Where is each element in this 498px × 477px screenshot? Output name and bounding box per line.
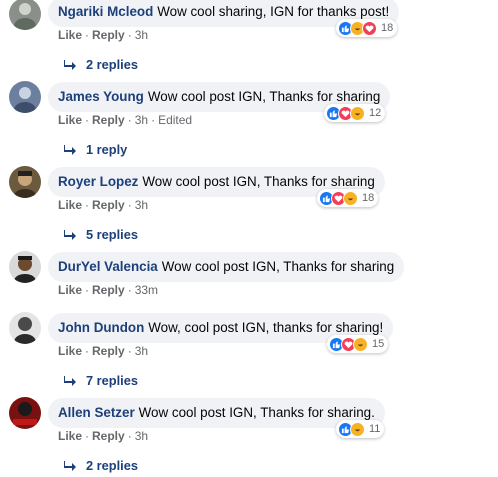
timestamp[interactable]: 3h [135, 28, 148, 42]
reaction-summary[interactable]: 12 [324, 104, 386, 122]
comment-text: Wow cool post IGN, Thanks for sharing [147, 89, 381, 104]
love-reaction-icon [362, 20, 377, 36]
like-link[interactable]: Like [58, 198, 82, 212]
comment-author[interactable]: DurYel Valencia [58, 259, 158, 274]
reply-arrow-icon [64, 460, 76, 471]
timestamp[interactable]: 3h [135, 344, 148, 358]
like-link[interactable]: Like [58, 28, 82, 42]
reaction-summary[interactable]: 18 [336, 19, 398, 37]
comment-author[interactable]: John Dundon [58, 320, 144, 335]
reaction-count: 18 [362, 192, 375, 204]
reply-arrow-icon [64, 229, 76, 240]
like-link[interactable]: Like [58, 344, 82, 358]
reply-link[interactable]: Reply [92, 28, 125, 42]
timestamp[interactable]: 3h [135, 429, 148, 443]
avatar[interactable] [9, 251, 41, 283]
view-replies-link[interactable]: 1 reply [64, 142, 127, 157]
like-link[interactable]: Like [58, 429, 82, 443]
reaction-summary[interactable]: 18 [317, 189, 379, 207]
comment-actions: Like · Reply · 3h [58, 344, 149, 358]
reply-link[interactable]: Reply [92, 198, 125, 212]
haha-reaction-icon [350, 421, 365, 437]
comment-author[interactable]: Royer Lopez [58, 174, 138, 189]
reaction-summary[interactable]: 15 [327, 335, 389, 353]
avatar[interactable] [9, 81, 41, 113]
comment-bubble: DurYel Valencia Wow cool post IGN, Thanks… [48, 252, 405, 282]
comment-text: Wow cool post IGN, Thanks for sharing. [138, 405, 375, 420]
view-replies-link[interactable]: 5 replies [64, 227, 138, 242]
timestamp[interactable]: 3h [135, 113, 148, 127]
avatar[interactable] [9, 166, 41, 198]
comment-actions: Like · Reply · 3h · Edited [58, 113, 193, 127]
haha-reaction-icon [350, 105, 365, 121]
timestamp[interactable]: 33m [135, 283, 158, 297]
comment-actions: Like · Reply · 33m [58, 283, 159, 297]
comment-text: Wow, cool post IGN, thanks for sharing! [148, 320, 384, 335]
like-link[interactable]: Like [58, 283, 82, 297]
reaction-count: 15 [372, 338, 385, 350]
comment-actions: Like · Reply · 3h [58, 429, 149, 443]
replies-count[interactable]: 5 replies [86, 227, 138, 242]
avatar[interactable] [9, 397, 41, 429]
replies-count[interactable]: 2 replies [86, 458, 138, 473]
view-replies-link[interactable]: 2 replies [64, 57, 138, 72]
edited-label: Edited [158, 113, 193, 127]
view-replies-link[interactable]: 7 replies [64, 373, 138, 388]
comment-bubble: Allen Setzer Wow cool post IGN, Thanks fo… [48, 398, 385, 428]
replies-count[interactable]: 2 replies [86, 57, 138, 72]
reply-link[interactable]: Reply [92, 344, 125, 358]
reaction-count: 11 [369, 423, 381, 435]
haha-reaction-icon [353, 336, 368, 352]
comment-actions: Like · Reply · 3h [58, 28, 149, 42]
reply-arrow-icon [64, 144, 76, 155]
replies-count[interactable]: 1 reply [86, 142, 127, 157]
avatar[interactable] [9, 312, 41, 344]
avatar[interactable] [9, 0, 41, 30]
like-link[interactable]: Like [58, 113, 82, 127]
reply-arrow-icon [64, 59, 76, 70]
reply-link[interactable]: Reply [92, 113, 125, 127]
haha-reaction-icon [343, 190, 358, 206]
reply-link[interactable]: Reply [92, 429, 125, 443]
comment-author[interactable]: James Young [58, 89, 144, 104]
comment-text: Wow cool sharing, IGN for thanks post! [157, 4, 390, 19]
timestamp[interactable]: 3h [135, 198, 148, 212]
comment-author[interactable]: Ngariki Mcleod [58, 4, 153, 19]
reaction-summary[interactable]: 11 [336, 420, 385, 438]
reply-link[interactable]: Reply [92, 283, 125, 297]
comment-author[interactable]: Allen Setzer [58, 405, 135, 420]
comment-actions: Like · Reply · 3h [58, 198, 149, 212]
reaction-count: 12 [369, 107, 382, 119]
replies-count[interactable]: 7 replies [86, 373, 138, 388]
reaction-count: 18 [381, 22, 394, 34]
view-replies-link[interactable]: 2 replies [64, 458, 138, 473]
reply-arrow-icon [64, 375, 76, 386]
comment-text: Wow cool post IGN, Thanks for sharing [142, 174, 375, 189]
comment-text: Wow cool post IGN, Thanks for sharing [161, 259, 395, 274]
